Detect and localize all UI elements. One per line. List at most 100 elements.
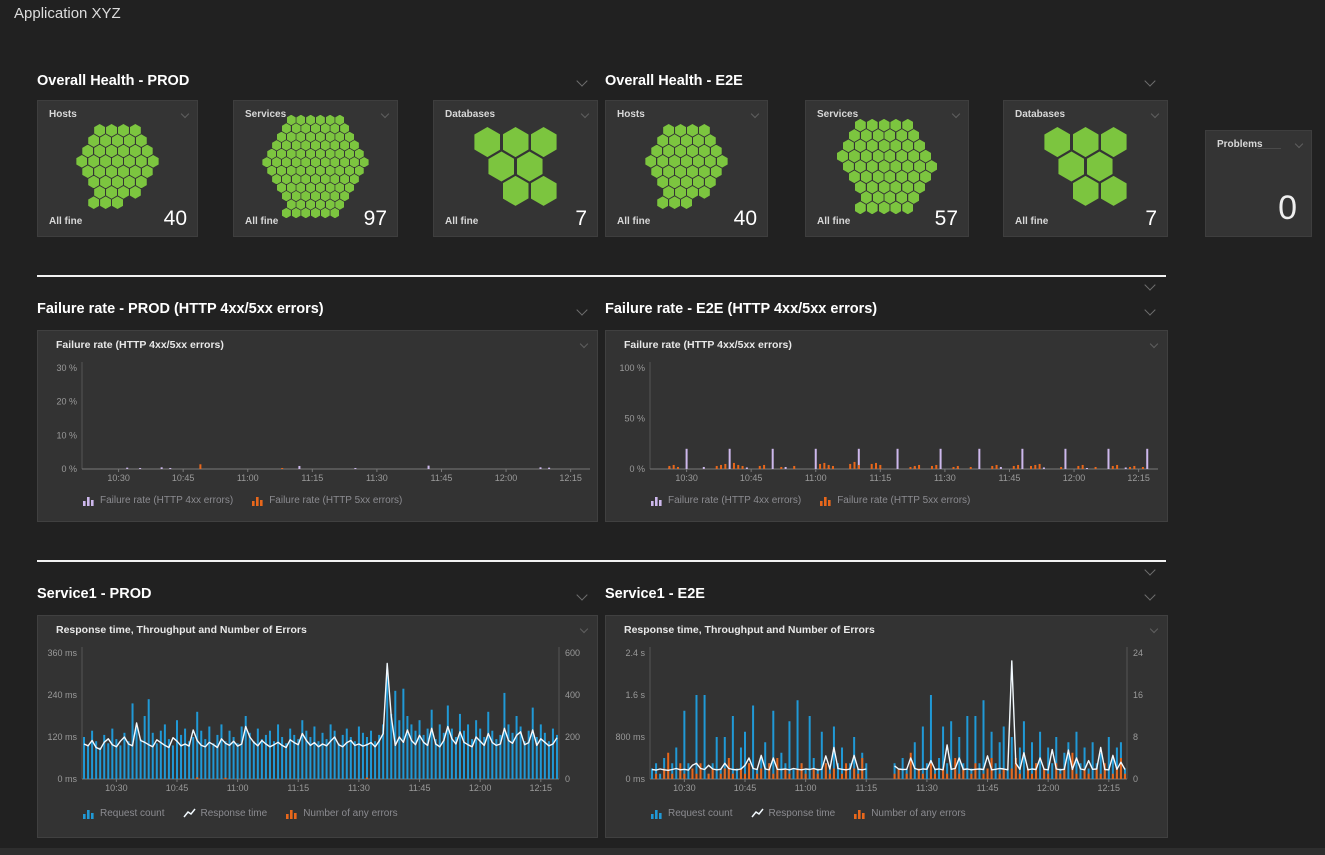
- hexagon[interactable]: [118, 165, 129, 178]
- hexagon[interactable]: [88, 155, 99, 168]
- hexagon[interactable]: [330, 123, 339, 133]
- hexagon[interactable]: [705, 155, 716, 168]
- chevron-down-icon[interactable]: [576, 589, 587, 600]
- hexagon[interactable]: [681, 134, 692, 147]
- hexagon[interactable]: [296, 166, 305, 176]
- hexagon[interactable]: [855, 201, 866, 214]
- hexagon[interactable]: [699, 186, 710, 199]
- hexagon[interactable]: [345, 166, 354, 176]
- hexagon[interactable]: [867, 119, 878, 132]
- hexagon[interactable]: [301, 123, 310, 133]
- hexagon[interactable]: [316, 149, 325, 159]
- hexagon[interactable]: [890, 201, 901, 214]
- hexagon[interactable]: [849, 170, 860, 183]
- hexagon[interactable]: [340, 174, 349, 184]
- honeycomb[interactable]: [434, 123, 597, 210]
- legend-item[interactable]: Request count: [650, 808, 733, 819]
- hexagon[interactable]: [675, 145, 686, 158]
- hexagon[interactable]: [326, 115, 335, 125]
- legend-item[interactable]: Number of any errors: [285, 808, 397, 819]
- hexagon[interactable]: [301, 174, 310, 184]
- horizontal-scrollbar[interactable]: [0, 848, 1325, 855]
- hexagon[interactable]: [657, 134, 668, 147]
- hexagon[interactable]: [130, 145, 141, 158]
- chevron-down-icon[interactable]: [580, 625, 588, 633]
- honeycomb[interactable]: [38, 123, 197, 210]
- hexagon[interactable]: [687, 186, 698, 199]
- chart-tile-failure-prod[interactable]: Failure rate (HTTP 4xx/5xx errors) 0 %10…: [37, 330, 598, 522]
- hexagon[interactable]: [292, 140, 301, 150]
- hexagon[interactable]: [693, 155, 704, 168]
- legend-item[interactable]: Request count: [82, 808, 165, 819]
- hexagon[interactable]: [94, 165, 105, 178]
- hexagon[interactable]: [657, 176, 668, 189]
- chevron-down-icon[interactable]: [751, 110, 759, 118]
- hexagon[interactable]: [130, 124, 141, 137]
- honeycomb[interactable]: [234, 123, 397, 210]
- hexagon[interactable]: [879, 119, 890, 132]
- hexagon[interactable]: [1044, 127, 1070, 157]
- hexagon[interactable]: [292, 123, 301, 133]
- hexagon[interactable]: [112, 155, 123, 168]
- hexagon[interactable]: [272, 157, 281, 167]
- hexagon[interactable]: [1101, 176, 1127, 206]
- hexagon[interactable]: [657, 196, 668, 209]
- hexagon[interactable]: [855, 181, 866, 194]
- hexagon[interactable]: [316, 132, 325, 142]
- hexagon[interactable]: [287, 132, 296, 142]
- hexagon[interactable]: [335, 132, 344, 142]
- hexagon[interactable]: [287, 199, 296, 209]
- honeycomb[interactable]: [806, 123, 968, 210]
- hexagon[interactable]: [908, 150, 919, 163]
- hexagon[interactable]: [1058, 151, 1084, 181]
- hexagon[interactable]: [267, 149, 276, 159]
- hexagon[interactable]: [503, 176, 529, 206]
- hexagon[interactable]: [124, 155, 135, 168]
- hexagon[interactable]: [335, 149, 344, 159]
- hexagon[interactable]: [345, 182, 354, 192]
- hexagon[interactable]: [908, 191, 919, 204]
- hexagon[interactable]: [699, 165, 710, 178]
- hexagon[interactable]: [884, 191, 895, 204]
- hexagon[interactable]: [867, 201, 878, 214]
- hexagon[interactable]: [82, 165, 93, 178]
- hexagon[interactable]: [130, 186, 141, 199]
- hexagon[interactable]: [843, 139, 854, 152]
- hexagon[interactable]: [301, 157, 310, 167]
- hexagon[interactable]: [282, 123, 291, 133]
- hexagon[interactable]: [867, 181, 878, 194]
- hexagon[interactable]: [311, 123, 320, 133]
- hexagon[interactable]: [296, 149, 305, 159]
- hexagon[interactable]: [474, 127, 500, 157]
- hexagon[interactable]: [855, 119, 866, 132]
- chevron-down-icon[interactable]: [580, 340, 588, 348]
- chevron-down-icon[interactable]: [952, 110, 960, 118]
- hexagon[interactable]: [330, 208, 339, 218]
- hexagon[interactable]: [112, 196, 123, 209]
- hexagon[interactable]: [282, 208, 291, 218]
- hexagon[interactable]: [306, 166, 315, 176]
- hexagon[interactable]: [669, 155, 680, 168]
- hexagon[interactable]: [311, 174, 320, 184]
- hexagon[interactable]: [693, 134, 704, 147]
- chart-tile-service-prod[interactable]: Response time, Throughput and Number of …: [37, 615, 598, 838]
- hexagon[interactable]: [873, 170, 884, 183]
- hexagon[interactable]: [669, 196, 680, 209]
- hexagon[interactable]: [861, 150, 872, 163]
- hexagon[interactable]: [867, 160, 878, 173]
- hexagon[interactable]: [902, 160, 913, 173]
- hexagon[interactable]: [350, 140, 359, 150]
- hexagon[interactable]: [908, 170, 919, 183]
- hexagon[interactable]: [277, 182, 286, 192]
- hexagon[interactable]: [873, 129, 884, 142]
- hexagon[interactable]: [124, 176, 135, 189]
- hexagon[interactable]: [681, 176, 692, 189]
- hexagon[interactable]: [106, 165, 117, 178]
- hexagon[interactable]: [118, 124, 129, 137]
- hexagon[interactable]: [503, 127, 529, 157]
- hexagon[interactable]: [699, 124, 710, 137]
- hexagon[interactable]: [488, 151, 514, 181]
- hexagon[interactable]: [306, 182, 315, 192]
- hexagon[interactable]: [76, 155, 87, 168]
- legend-item[interactable]: Response time: [183, 808, 268, 819]
